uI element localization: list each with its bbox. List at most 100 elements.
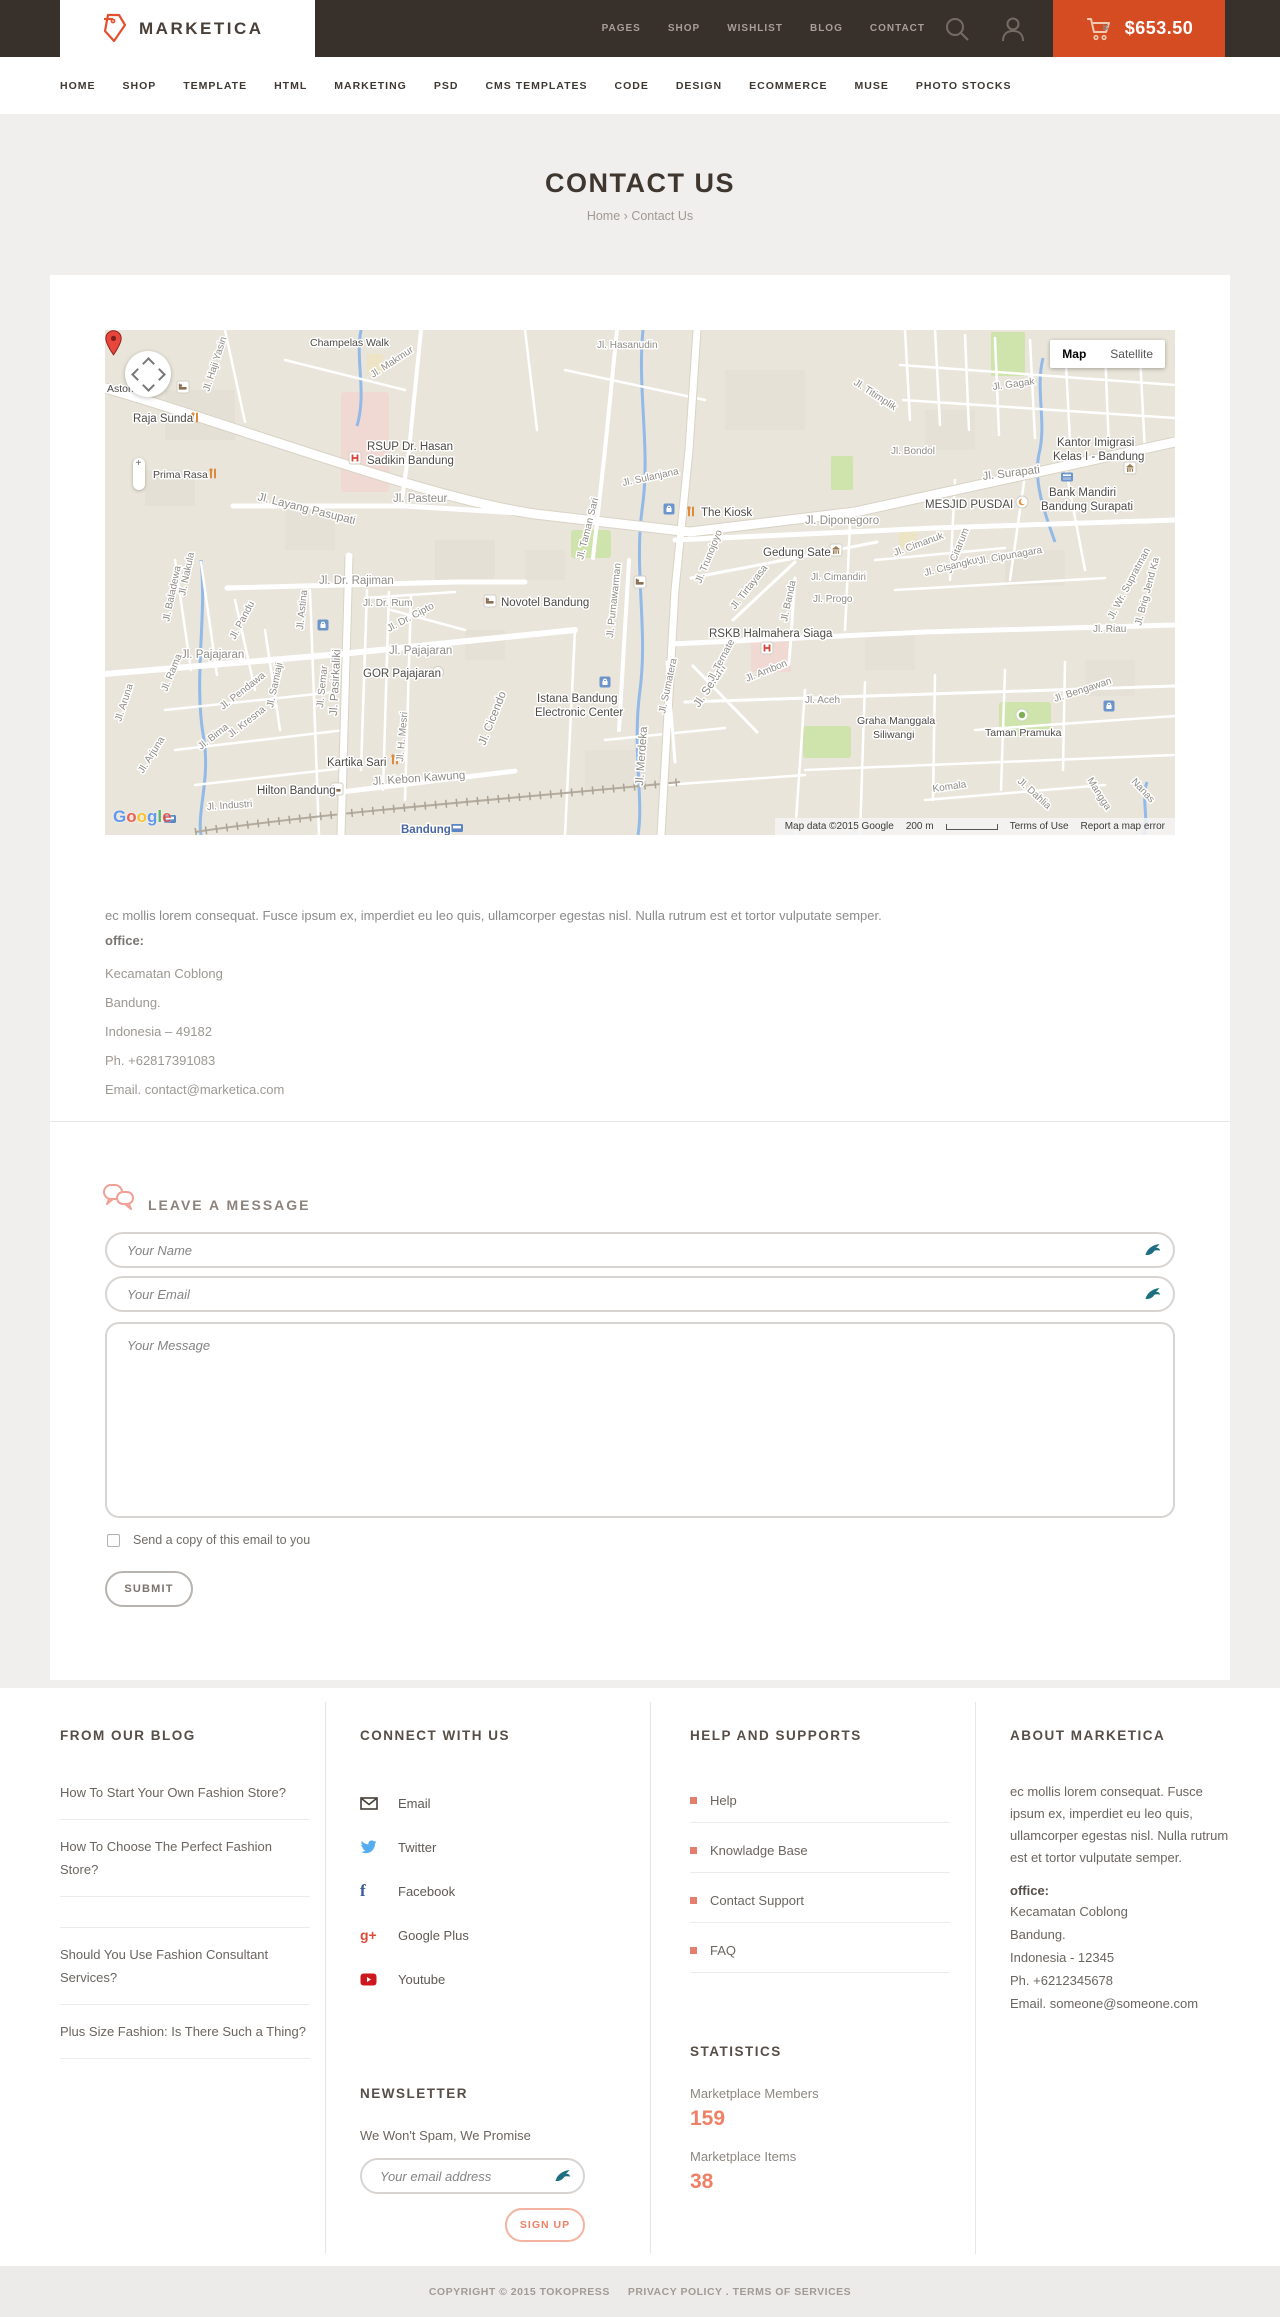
about-text: ec mollis lorem consequat. Fusce ipsum e…	[1010, 1784, 1229, 1865]
blog-link[interactable]: How To Choose The Perfect Fashion Store?	[60, 1835, 310, 1897]
catnav-photo-stocks[interactable]: PHOTO STOCKS	[916, 80, 1012, 92]
map-poi-bank-icon[interactable]	[1061, 472, 1073, 482]
map-label: Prima Rasa	[153, 469, 208, 481]
map-poi-shop-icon[interactable]	[1103, 700, 1115, 712]
copyright-text: COPYRIGHT © 2015 TOKOPRESS	[428, 2285, 610, 2298]
blog-link[interactable]: How To Start Your Own Fashion Store?	[60, 1781, 310, 1820]
social-twitter[interactable]: Twitter	[360, 1825, 625, 1869]
newsletter-heading: NEWSLETTER	[360, 2086, 468, 2101]
map-label: Kantor Imigrasi	[1057, 437, 1134, 449]
catnav-home[interactable]: HOME	[60, 80, 96, 92]
message-input[interactable]	[105, 1322, 1175, 1518]
map-poi-museum-icon[interactable]	[1123, 461, 1137, 475]
social-youtube[interactable]: Youtube	[360, 1957, 625, 2001]
autofill-icon[interactable]	[1144, 1286, 1161, 1301]
map-poi-museum-icon[interactable]	[829, 543, 843, 557]
catnav-template[interactable]: TEMPLATE	[183, 80, 247, 92]
nav-wishlist[interactable]: WISHLIST	[727, 23, 783, 34]
chevron-down-icon[interactable]: »	[1099, 24, 1114, 31]
help-link[interactable]: Knowladge Base	[690, 1831, 950, 1873]
map-poi-mosque-icon[interactable]	[1015, 495, 1029, 509]
map-label: Taman Pramuka	[985, 727, 1062, 739]
search-icon[interactable]	[942, 14, 972, 44]
map-button[interactable]: Map	[1050, 340, 1099, 368]
nav-shop[interactable]: SHOP	[668, 23, 700, 34]
map-poi-shop-icon[interactable]	[599, 676, 611, 688]
catnav-muse[interactable]: MUSE	[855, 80, 889, 92]
report-map-error-link[interactable]: Report a map error	[1081, 821, 1165, 832]
google-logo[interactable]: Google	[113, 807, 172, 827]
catnav-shop[interactable]: SHOP	[123, 80, 157, 92]
map-data-text: Map data ©2015 Google	[784, 821, 894, 832]
nav-blog[interactable]: BLOG	[810, 23, 843, 34]
cart-button[interactable]: $653.50	[1053, 0, 1225, 57]
footer-blog-heading: FROM OUR BLOG	[60, 1728, 196, 1743]
autofill-icon[interactable]	[554, 2168, 571, 2183]
email-input[interactable]	[105, 1276, 1175, 1312]
help-link[interactable]: FAQ	[690, 1931, 950, 1973]
map[interactable]: Champelas Walk Jl. Hasanudin Jl. Haji Yasi…	[105, 330, 1175, 835]
section-divider	[50, 1121, 1230, 1122]
social-google-plus[interactable]: g+ Google Plus	[360, 1913, 625, 1957]
breadcrumb-home[interactable]: Home	[587, 209, 620, 223]
logo[interactable]: MARKETICA	[60, 0, 315, 57]
submit-button[interactable]: SUBMIT	[105, 1571, 193, 1607]
nav-pages[interactable]: PAGES	[602, 23, 641, 34]
signup-button[interactable]: SIGN UP	[505, 2208, 585, 2242]
blog-list: How To Start Your Own Fashion Store? How…	[60, 1781, 310, 2059]
map-label: Bandung Surapati	[1041, 501, 1133, 513]
blog-link[interactable]: Plus Size Fashion: Is There Such a Thing…	[60, 2020, 310, 2059]
map-label: Raja Sunda	[133, 413, 194, 425]
help-link[interactable]: Contact Support	[690, 1881, 950, 1923]
map-poi-hotel-icon[interactable]	[483, 594, 497, 608]
map-poi-hospital-icon[interactable]	[760, 641, 774, 655]
map-poi-hotel-icon[interactable]	[176, 380, 190, 394]
send-copy-label[interactable]: Send a copy of this email to you	[133, 1533, 310, 1547]
newsletter-email-input[interactable]	[360, 2158, 585, 2194]
catnav-code[interactable]: CODE	[615, 80, 649, 92]
map-poi-park-icon[interactable]	[1015, 708, 1029, 722]
map-poi-shop-icon[interactable]	[663, 503, 675, 515]
social-facebook[interactable]: f Facebook	[360, 1869, 625, 1913]
pan-up-icon[interactable]	[142, 357, 155, 370]
pan-left-icon[interactable]	[131, 368, 144, 381]
satellite-button[interactable]: Satellite	[1098, 340, 1165, 368]
catnav-cms-templates[interactable]: CMS TEMPLATES	[485, 80, 587, 92]
blog-link[interactable]: Should You Use Fashion Consultant Servic…	[60, 1943, 310, 2005]
map-poi-shop-icon[interactable]	[317, 619, 329, 631]
map-label: MESJID PUSDAI	[925, 499, 1013, 511]
statistics: Marketplace Members 159 Marketplace Item…	[690, 2086, 819, 2212]
bullet-icon	[690, 1947, 697, 1954]
blog-link[interactable]	[60, 1912, 310, 1928]
catnav-ecommerce[interactable]: ECOMMERCE	[749, 80, 827, 92]
help-link[interactable]: Help	[690, 1781, 950, 1823]
pan-right-icon[interactable]	[153, 368, 166, 381]
about-line: Ph. +6212345678	[1010, 1973, 1114, 1988]
nav-contact[interactable]: CONTACT	[870, 23, 925, 34]
map-type-buttons: Map Satellite	[1050, 340, 1165, 368]
catnav-psd[interactable]: PSD	[434, 80, 459, 92]
map-poi-hotel-icon[interactable]	[633, 575, 647, 589]
help-label: Contact Support	[710, 1893, 804, 1908]
catnav-design[interactable]: DESIGN	[676, 80, 722, 92]
social-email[interactable]: Email	[360, 1781, 625, 1825]
catnav-marketing[interactable]: MARKETING	[334, 80, 407, 92]
map-zoom-control[interactable]	[133, 458, 145, 490]
catnav-html[interactable]: HTML	[274, 80, 307, 92]
copyright-links[interactable]: PRIVACY POLICY . TERMS OF SERVICES	[628, 2286, 851, 2298]
chat-bubbles-icon	[103, 1184, 134, 1210]
breadcrumb-separator: ›	[623, 209, 628, 223]
map-label: Kartika Sari	[327, 757, 386, 769]
name-input[interactable]	[105, 1232, 1175, 1268]
map-pan-control[interactable]	[125, 351, 171, 397]
map-poi-station-icon[interactable]	[451, 824, 463, 832]
autofill-icon[interactable]	[1144, 1242, 1161, 1257]
send-copy-checkbox[interactable]	[107, 1533, 120, 1547]
map-poi-hospital-icon[interactable]	[348, 451, 362, 465]
terms-of-use-link[interactable]: Terms of Use	[1010, 821, 1069, 832]
page-title-section: CONTACT US Home › Contact Us	[0, 114, 1280, 275]
user-icon[interactable]	[998, 14, 1028, 44]
map-attribution: Map data ©2015 Google 200 m Terms of Use…	[774, 818, 1175, 835]
map-marker-icon[interactable]	[105, 330, 122, 356]
pan-down-icon[interactable]	[142, 379, 155, 392]
